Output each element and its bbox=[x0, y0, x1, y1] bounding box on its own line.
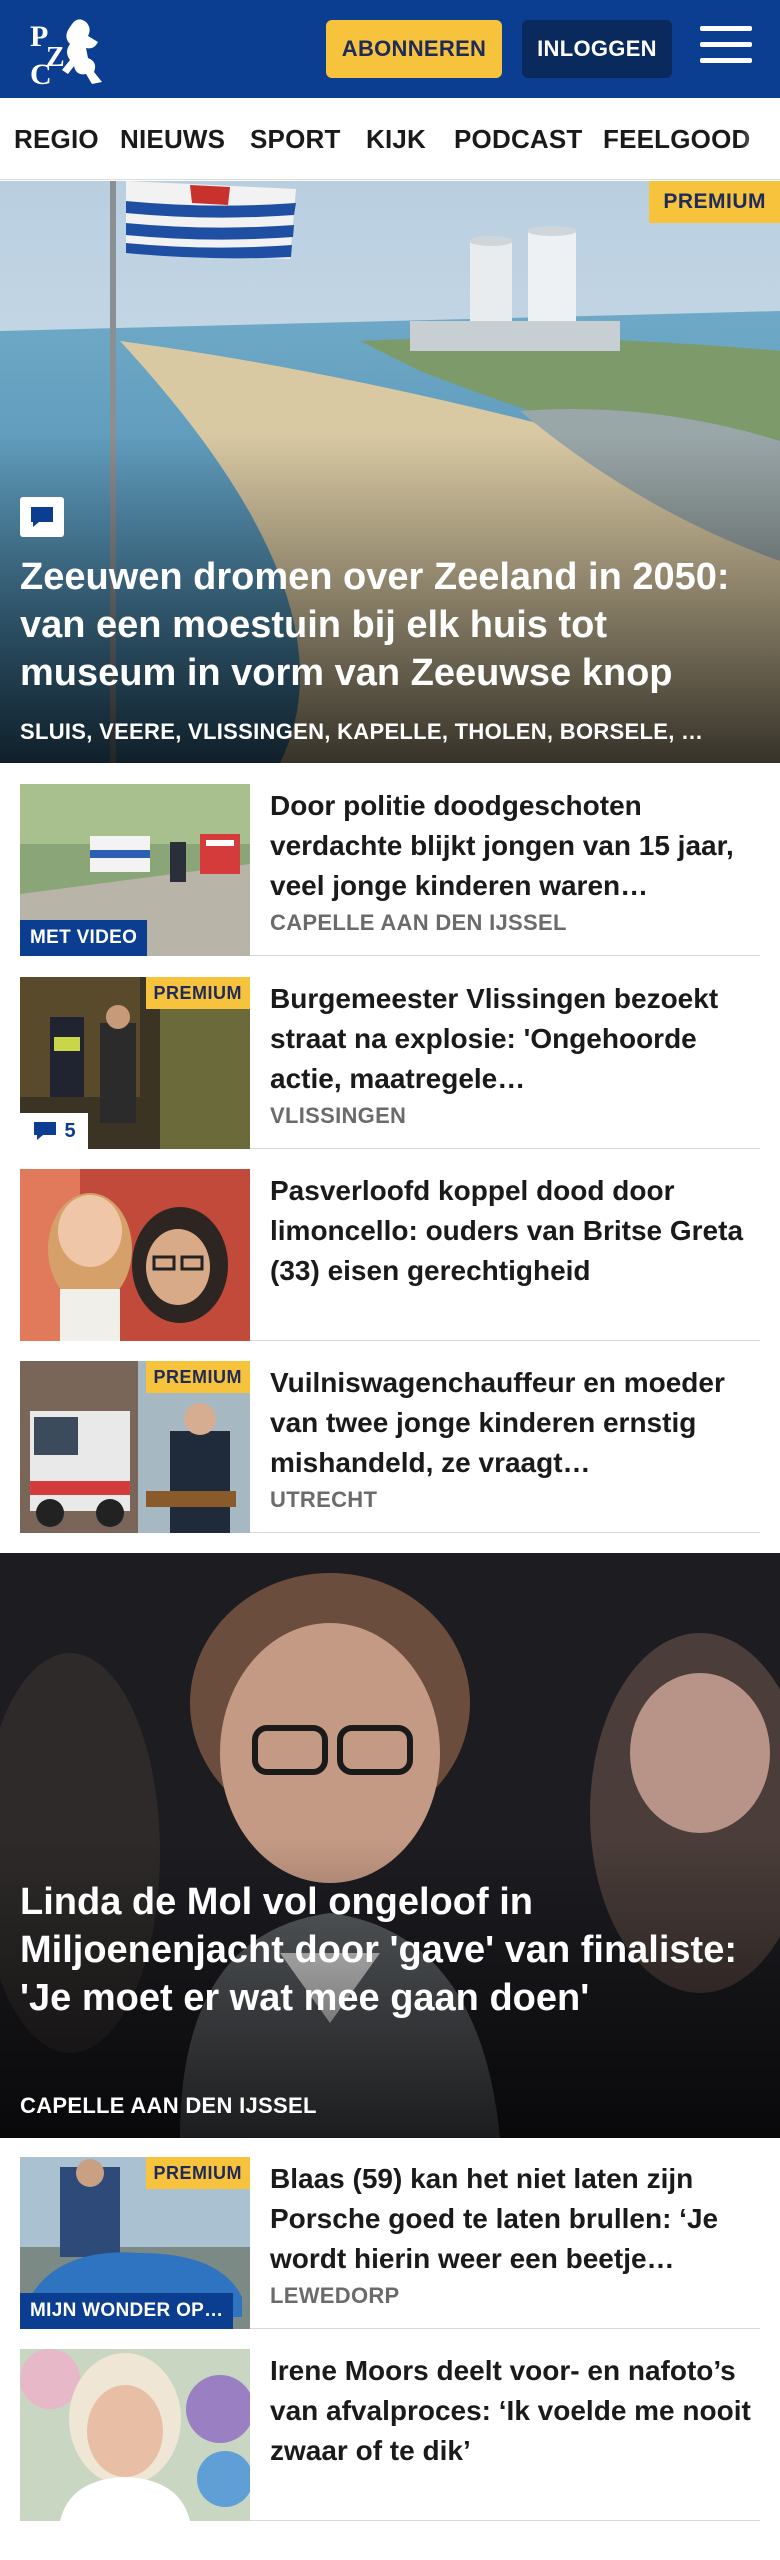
nav-item-sport[interactable]: SPORT bbox=[250, 124, 341, 155]
hero-location-tags: SLUIS, VEERE, VLISSINGEN, KAPELLE, THOLE… bbox=[20, 719, 704, 744]
article-item[interactable]: PREMIUM 5 Burgemeester Vlissingen bezoek… bbox=[20, 977, 760, 1149]
hero-headline[interactable]: Zeeuwen dromen over Zeeland in 2050: van… bbox=[20, 553, 765, 697]
article-location: LEWEDORP bbox=[270, 2283, 400, 2308]
premium-badge: PREMIUM bbox=[145, 1361, 250, 1393]
article-headline[interactable]: Blaas (59) kan het niet laten zijn Porsc… bbox=[270, 2159, 760, 2279]
article-item[interactable]: PREMIUM Vuilniswagenchauffeur en moeder … bbox=[20, 1361, 760, 1533]
featured-location: CAPELLE AAN DEN IJSSEL bbox=[20, 2093, 317, 2118]
article-item[interactable]: MET VIDEO Door politie doodgeschoten ver… bbox=[20, 784, 760, 956]
article-headline[interactable]: Pasverloofd koppel dood door limoncello:… bbox=[270, 1171, 760, 1291]
premium-badge: PREMIUM bbox=[145, 977, 250, 1009]
login-button[interactable]: INLOGGEN bbox=[522, 20, 672, 78]
subscribe-button[interactable]: ABONNEREN bbox=[326, 20, 502, 78]
article-item[interactable]: Irene Moors deelt voor- en nafoto’s van … bbox=[20, 2349, 760, 2521]
article-headline[interactable]: Irene Moors deelt voor- en nafoto’s van … bbox=[270, 2351, 760, 2471]
article-location: VLISSINGEN bbox=[270, 1103, 407, 1128]
svg-text:Z: Z bbox=[46, 42, 65, 73]
article-thumbnail: PREMIUM MIJN WONDER OP… bbox=[20, 2157, 250, 2329]
hamburger-menu-icon[interactable] bbox=[700, 26, 752, 72]
article-item[interactable]: PREMIUM MIJN WONDER OP… Blaas (59) kan h… bbox=[20, 2157, 760, 2329]
comment-count-badge: 5 bbox=[20, 1113, 88, 1149]
pzc-logo-mark: P C Z bbox=[30, 19, 102, 88]
nav-scroll-fade bbox=[740, 98, 780, 179]
premium-badge: PREMIUM bbox=[145, 2157, 250, 2189]
nav-item-regio[interactable]: REGIO bbox=[14, 124, 99, 155]
video-badge: MET VIDEO bbox=[20, 920, 148, 956]
nav-item-feelgood[interactable]: FEELGOOD bbox=[603, 124, 751, 155]
article-headline[interactable]: Vuilniswagenchauffeur en moeder van twee… bbox=[270, 1363, 760, 1483]
site-header: P C Z ABONNEREN INLOGGEN bbox=[0, 0, 780, 98]
pzc-logo[interactable]: P C Z bbox=[28, 10, 110, 88]
premium-badge: PREMIUM bbox=[649, 181, 780, 223]
featured-headline[interactable]: Linda de Mol vol ongeloof in Miljoenenja… bbox=[20, 1878, 760, 2022]
article-headline[interactable]: Door politie doodgeschoten verdachte bli… bbox=[270, 786, 760, 906]
article-thumbnail bbox=[20, 1169, 250, 1341]
article-thumbnail: PREMIUM bbox=[20, 1361, 250, 1533]
hero-article[interactable]: PREMIUM Zeeuwen dromen over Zeeland in 2… bbox=[0, 181, 780, 763]
article-thumbnail: PREMIUM 5 bbox=[20, 977, 250, 1149]
nav-item-kijk[interactable]: KIJK bbox=[366, 124, 426, 155]
article-location: CAPELLE AAN DEN IJSSEL bbox=[270, 910, 567, 935]
series-badge: MIJN WONDER OP… bbox=[20, 2293, 234, 2329]
section-nav: REGIO NIEUWS SPORT KIJK PODCAST FEELGOOD bbox=[0, 98, 780, 180]
article-thumbnail bbox=[20, 2349, 250, 2521]
nav-item-podcast[interactable]: PODCAST bbox=[454, 124, 583, 155]
comment-icon bbox=[20, 497, 64, 537]
nav-item-nieuws[interactable]: NIEUWS bbox=[120, 124, 225, 155]
featured-article[interactable]: Linda de Mol vol ongeloof in Miljoenenja… bbox=[0, 1553, 780, 2138]
article-item[interactable]: Pasverloofd koppel dood door limoncello:… bbox=[20, 1169, 760, 1341]
article-location: UTRECHT bbox=[270, 1487, 378, 1512]
article-headline[interactable]: Burgemeester Vlissingen bezoekt straat n… bbox=[270, 979, 760, 1099]
article-thumbnail: MET VIDEO bbox=[20, 784, 250, 956]
comment-icon bbox=[34, 1122, 57, 1140]
comment-count: 5 bbox=[64, 1119, 76, 1142]
